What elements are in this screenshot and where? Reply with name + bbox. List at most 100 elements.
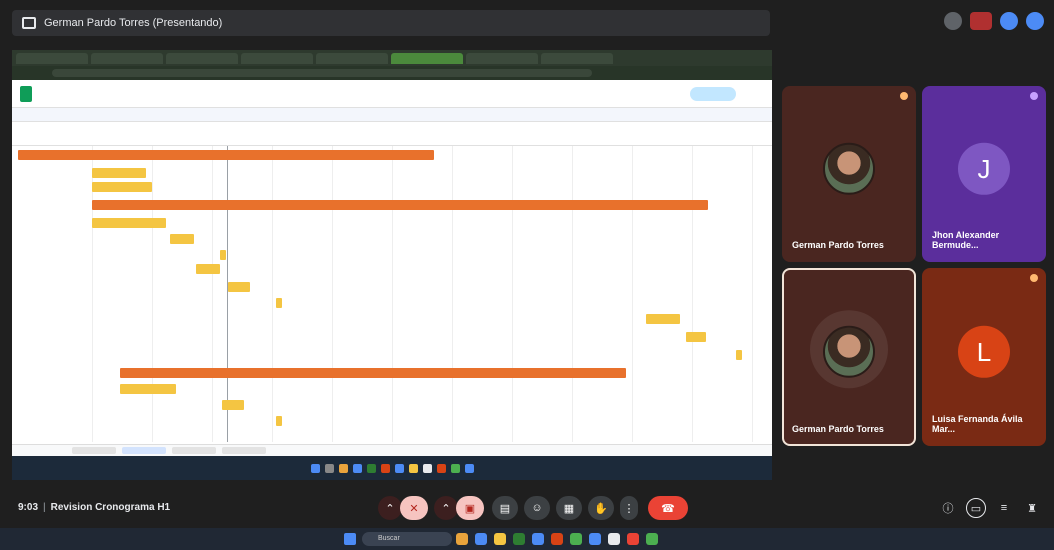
app-icon[interactable]	[513, 533, 525, 545]
participant-name: Luisa Fernanda Ávila Mar...	[932, 414, 1023, 434]
browser-tabs	[12, 50, 772, 66]
top-bar: German Pardo Torres (Presentando)	[0, 0, 1054, 44]
emoji-button[interactable]: ☺	[524, 496, 550, 520]
host-controls-icon[interactable]: ♜	[1022, 498, 1042, 518]
browser-tab[interactable]	[316, 52, 388, 64]
gantt-bar[interactable]	[220, 250, 226, 260]
muted-icon	[1030, 92, 1038, 100]
gantt-bar[interactable]	[18, 150, 434, 160]
mic-off-button[interactable]: ✕	[400, 496, 428, 520]
presentation-icon	[22, 17, 36, 29]
meeting-info: 9:03 | Revision Cronograma H1	[18, 502, 171, 513]
account-icon[interactable]	[1000, 12, 1018, 30]
os-taskbar: Buscar	[0, 528, 1054, 550]
gantt-bar[interactable]	[92, 182, 152, 192]
browser-tab[interactable]	[466, 52, 538, 64]
presenting-title: German Pardo Torres (Presentando)	[44, 17, 223, 29]
sheets-icon	[20, 85, 32, 102]
participant-tile-active[interactable]: German Pardo Torres	[782, 268, 916, 446]
browser-tab-active[interactable]	[391, 52, 463, 64]
taskbar-search[interactable]: Buscar	[362, 532, 452, 546]
browser-tab[interactable]	[541, 52, 613, 64]
participant-avatar: L	[958, 325, 1010, 378]
gantt-bar[interactable]	[170, 234, 194, 244]
right-controls: ⓘ ▭ ≡ ♜	[938, 498, 1042, 518]
participant-name: Jhon Alexander Bermude...	[932, 230, 1000, 250]
captions-button[interactable]: ▤	[492, 496, 518, 520]
gantt-bar[interactable]	[92, 168, 146, 178]
shared-screen	[12, 50, 772, 480]
meeting-time: 9:03	[18, 502, 39, 513]
app-icon[interactable]	[627, 533, 639, 545]
app-icon[interactable]	[646, 533, 658, 545]
shared-windows-taskbar	[12, 456, 772, 480]
app-icon[interactable]	[475, 533, 487, 545]
start-icon[interactable]	[344, 533, 356, 545]
presenting-chip[interactable]: German Pardo Torres (Presentando)	[12, 10, 770, 36]
present-button[interactable]: ▦	[556, 496, 582, 520]
browser-tab[interactable]	[166, 52, 238, 64]
gantt-bar[interactable]	[222, 400, 244, 410]
browser-tab[interactable]	[16, 52, 88, 64]
participant-avatar	[823, 325, 875, 378]
app-icon[interactable]	[456, 533, 468, 545]
activities-icon[interactable]: ≡	[994, 498, 1014, 518]
sheet-tab[interactable]	[72, 447, 116, 454]
gantt-bar[interactable]	[646, 314, 680, 324]
browser-tab[interactable]	[241, 52, 313, 64]
today-marker	[227, 146, 228, 442]
speaking-indicator	[900, 92, 908, 100]
share-button[interactable]	[690, 87, 736, 101]
sheet-tab-active[interactable]	[122, 447, 166, 454]
gantt-bar[interactable]	[228, 282, 250, 292]
gantt-bar[interactable]	[686, 332, 706, 342]
app-icon[interactable]	[551, 533, 563, 545]
address-bar[interactable]	[52, 69, 592, 77]
app-icon[interactable]	[570, 533, 582, 545]
camera-options-icon[interactable]: ⌃	[434, 496, 458, 520]
participant-tile[interactable]: L Luisa Fernanda Ávila Mar...	[922, 268, 1046, 446]
participant-tile[interactable]: German Pardo Torres	[782, 86, 916, 262]
raise-hand-button[interactable]: ✋	[588, 496, 614, 520]
taskbar-apps	[456, 533, 658, 545]
gantt-bar[interactable]	[92, 218, 166, 228]
gantt-bar[interactable]	[276, 298, 282, 308]
browser-tab[interactable]	[91, 52, 163, 64]
muted-icon	[1030, 274, 1038, 282]
participant-name: German Pardo Torres	[792, 240, 884, 250]
settings-icon[interactable]	[944, 12, 962, 30]
gantt-bar[interactable]	[92, 200, 708, 210]
mic-options-icon[interactable]: ⌃	[378, 496, 402, 520]
sheet-tabs	[12, 444, 772, 456]
app-icon[interactable]	[532, 533, 544, 545]
timeline-scale	[12, 122, 772, 146]
meeting-name: Revision Cronograma H1	[50, 502, 171, 513]
app-icon[interactable]	[608, 533, 620, 545]
sheets-toolbar	[12, 108, 772, 122]
info-icon[interactable]: ⓘ	[938, 498, 958, 518]
sheet-tab[interactable]	[172, 447, 216, 454]
gantt-timeline	[12, 146, 772, 442]
browser-address-row	[12, 66, 772, 80]
gantt-bar[interactable]	[276, 416, 282, 426]
app-icon[interactable]	[589, 533, 601, 545]
participant-tile[interactable]: J Jhon Alexander Bermude...	[922, 86, 1046, 262]
meeting-controls-bar: 9:03 | Revision Cronograma H1 ⌃ ✕ ⌃ ▣ ▤ ☺ …	[0, 486, 1054, 528]
camera-off-button[interactable]: ▣	[456, 496, 484, 520]
sheets-header	[12, 80, 772, 108]
gantt-bar[interactable]	[120, 368, 626, 378]
end-call-button[interactable]: ☎	[648, 496, 688, 520]
top-right-icons	[944, 12, 1044, 30]
participant-count-icon[interactable]	[970, 12, 992, 30]
chat-icon[interactable]: ▭	[966, 498, 986, 518]
participant-name: German Pardo Torres	[792, 424, 884, 434]
gantt-bar[interactable]	[196, 264, 220, 274]
participant-avatar: J	[958, 142, 1010, 195]
assistant-icon[interactable]	[1026, 12, 1044, 30]
gantt-bar[interactable]	[120, 384, 176, 394]
sheet-tab[interactable]	[222, 447, 266, 454]
gantt-bar[interactable]	[736, 350, 742, 360]
participant-avatar	[823, 142, 875, 195]
app-icon[interactable]	[494, 533, 506, 545]
more-options-button[interactable]: ⋮	[620, 496, 638, 520]
